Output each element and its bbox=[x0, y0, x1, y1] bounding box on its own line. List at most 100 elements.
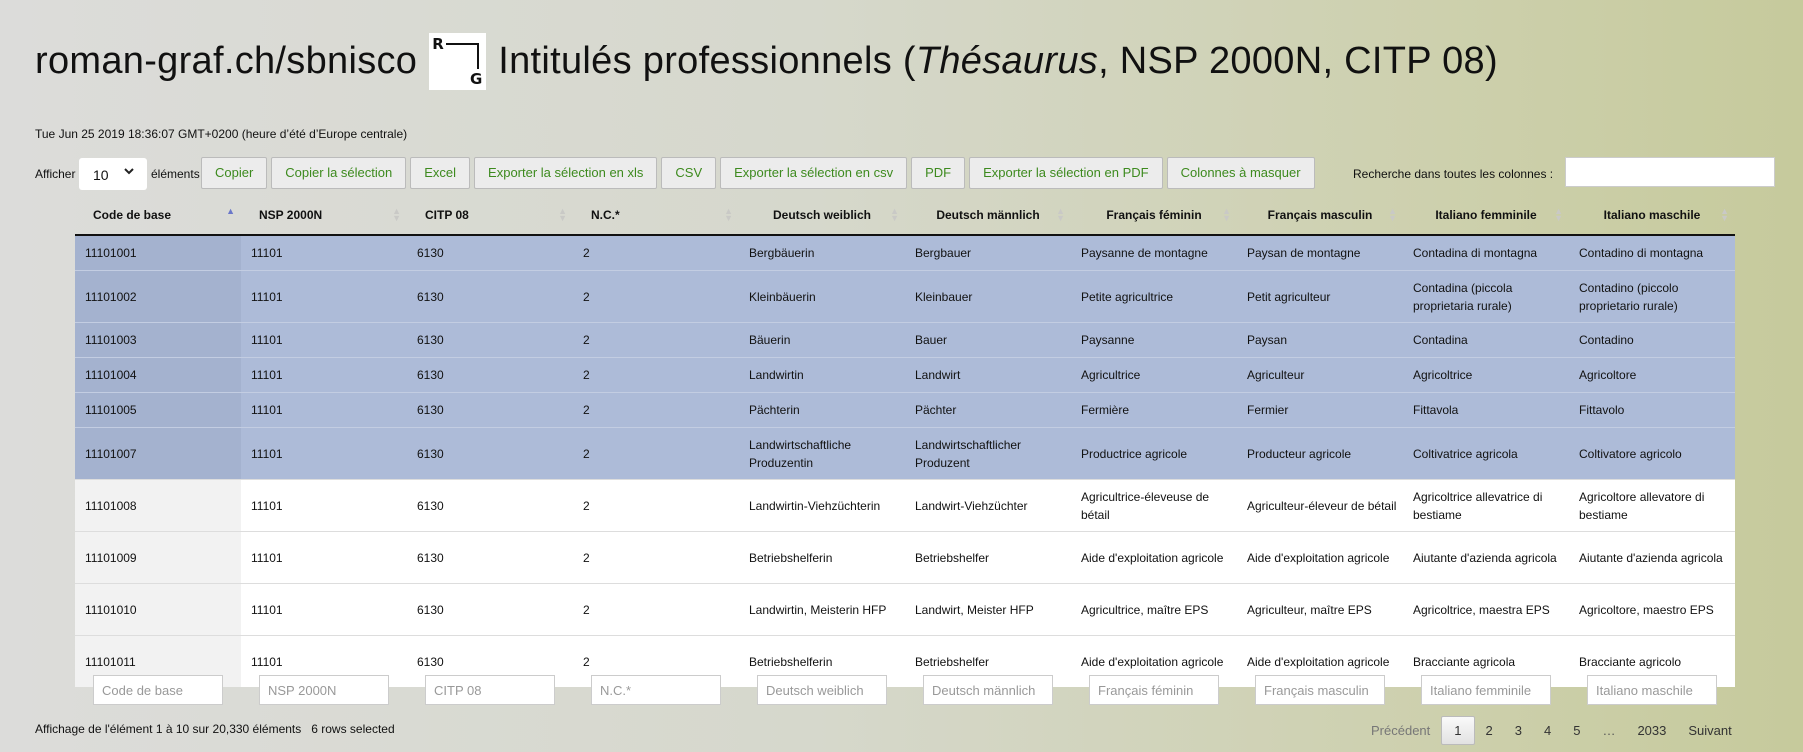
table-cell: 6130 bbox=[407, 322, 573, 358]
table-row[interactable]: 11101003 11101 6130 2 Bäuerin Bauer Paysanne Pa… bbox=[75, 322, 1735, 358]
page-length-select[interactable]: 10 bbox=[79, 158, 147, 190]
table-cell: 2 bbox=[573, 270, 739, 323]
table-cell: Kleinbauer bbox=[905, 270, 1071, 323]
pager-page-current[interactable]: 1 bbox=[1441, 716, 1475, 745]
table-cell: Agricoltore bbox=[1569, 357, 1735, 393]
table-cell: 11101003 bbox=[75, 322, 241, 358]
filter-nc[interactable]: N.C.* bbox=[591, 675, 721, 705]
table-row[interactable]: 11101008 11101 6130 2 Landwirtin-Viehzüchter… bbox=[75, 479, 1735, 532]
table-cell: 6130 bbox=[407, 427, 573, 480]
table-cell: 11101 bbox=[241, 322, 407, 358]
length-label: Afficher bbox=[35, 167, 76, 181]
table-cell: 2 bbox=[573, 322, 739, 358]
table-cell: Agricultrice-éleveuse de bétail bbox=[1071, 479, 1237, 532]
copy-selection-button[interactable]: Copier la sélection bbox=[271, 157, 407, 189]
table-cell: 11101005 bbox=[75, 392, 241, 428]
table-cell: Landwirtin-Viehzüchterin bbox=[739, 479, 905, 532]
table-row[interactable]: 11101002 11101 6130 2 Kleinbäuerin Kleinbauer… bbox=[75, 270, 1735, 323]
excel-button[interactable]: Excel bbox=[410, 157, 471, 189]
table-row[interactable]: 11101005 11101 6130 2 Pächterin Pächter Fermiè… bbox=[75, 392, 1735, 428]
table-cell: Landwirt bbox=[905, 357, 1071, 393]
table-cell: Paysan de montagne bbox=[1237, 234, 1403, 271]
column-header[interactable]: N.C.* ▲ ▼ bbox=[573, 196, 739, 236]
table-cell: 11101002 bbox=[75, 270, 241, 323]
table-cell: 6130 bbox=[407, 357, 573, 393]
pager-page-last[interactable]: 2033 bbox=[1626, 717, 1677, 744]
column-header[interactable]: CITP 08 ▲ ▼ bbox=[407, 196, 573, 236]
table-cell: Fermier bbox=[1237, 392, 1403, 428]
table-row[interactable]: 11101010 11101 6130 2 Landwirtin, Meisterin … bbox=[75, 583, 1735, 636]
filter-italiano-femminile[interactable]: Italiano femminile bbox=[1421, 675, 1551, 705]
filter-code-de-base[interactable]: Code de base bbox=[93, 675, 223, 705]
table-header-row: Code de base ▲ NSP 2000N ▲ ▼ CITP 08 ▲ ▼ N.C.… bbox=[75, 196, 1735, 236]
sort-icon: ▲ ▼ bbox=[1388, 206, 1397, 223]
pdf-button[interactable]: PDF bbox=[911, 157, 966, 189]
export-selection-pdf-button[interactable]: Exporter la sélection en PDF bbox=[969, 157, 1163, 189]
table-cell: 11101004 bbox=[75, 357, 241, 393]
pagination: Précédent 1 2 3 4 5 … 2033 Suivant bbox=[1360, 716, 1743, 745]
table-cell: 2 bbox=[573, 583, 739, 636]
table-cell: 2 bbox=[573, 357, 739, 393]
table-cell: 11101 bbox=[241, 234, 407, 271]
table-cell: Coltivatore agricolo bbox=[1569, 427, 1735, 480]
table-cell: 2 bbox=[573, 479, 739, 532]
page-header: roman-graf.ch/sbnisco R G Intitulés prof… bbox=[35, 30, 1498, 92]
copy-button[interactable]: Copier bbox=[201, 157, 268, 189]
table-cell: 11101 bbox=[241, 427, 407, 480]
table-cell: 11101 bbox=[241, 531, 407, 584]
csv-button[interactable]: CSV bbox=[661, 157, 717, 189]
table-cell: Contadino bbox=[1569, 322, 1735, 358]
table-cell: 11101010 bbox=[75, 583, 241, 636]
column-visibility-button[interactable]: Colonnes à masquer bbox=[1166, 157, 1315, 189]
column-header[interactable]: Code de base ▲ bbox=[75, 196, 241, 236]
table-cell: Landwirtschaftliche Produzentin bbox=[739, 427, 905, 480]
column-header[interactable]: Deutsch weiblich ▲ ▼ bbox=[739, 196, 905, 236]
pager-next[interactable]: Suivant bbox=[1677, 717, 1742, 744]
column-header[interactable]: Français masculin ▲ ▼ bbox=[1237, 196, 1403, 236]
table-cell: Bauer bbox=[905, 322, 1071, 358]
table-row[interactable]: 11101001 11101 6130 2 Bergbäuerin Bergbauer Pa… bbox=[75, 234, 1735, 271]
table-cell: Bergbauer bbox=[905, 234, 1071, 271]
pager-previous[interactable]: Précédent bbox=[1360, 717, 1441, 744]
filter-francais-feminin[interactable]: Français féminin bbox=[1089, 675, 1219, 705]
table-row[interactable]: 11101004 11101 6130 2 Landwirtin Landwirt Agri… bbox=[75, 357, 1735, 393]
table-cell: Agricoltrice allevatrice di bestiame bbox=[1403, 479, 1569, 532]
table-row[interactable]: 11101007 11101 6130 2 Landwirtschaftliche Pr… bbox=[75, 427, 1735, 480]
selected-count: 6 rows selected bbox=[311, 722, 395, 736]
sort-icon: ▲ ▼ bbox=[1222, 206, 1231, 223]
table-cell: Aide d'exploitation agricole bbox=[1237, 531, 1403, 584]
column-filters: Code de base NSP 2000N CITP 08 N.C.* Deu… bbox=[75, 675, 1735, 705]
column-header[interactable]: Italiano maschile ▲ ▼ bbox=[1569, 196, 1735, 236]
filter-nsp-2000n[interactable]: NSP 2000N bbox=[259, 675, 389, 705]
search-input[interactable] bbox=[1565, 157, 1775, 187]
export-selection-csv-button[interactable]: Exporter la sélection en csv bbox=[720, 157, 908, 189]
table-cell: Fittavola bbox=[1403, 392, 1569, 428]
pager-page[interactable]: 2 bbox=[1475, 717, 1504, 744]
table-cell: Agricultrice bbox=[1071, 357, 1237, 393]
rg-logo: R G bbox=[429, 32, 487, 90]
column-header[interactable]: NSP 2000N ▲ ▼ bbox=[241, 196, 407, 236]
pager-page[interactable]: 4 bbox=[1533, 717, 1562, 744]
pager-page[interactable]: 5 bbox=[1562, 717, 1591, 744]
column-header[interactable]: Français féminin ▲ ▼ bbox=[1071, 196, 1237, 236]
table-cell: 11101 bbox=[241, 270, 407, 323]
sort-icon: ▲ ▼ bbox=[1720, 206, 1729, 223]
filter-deutsch-maennlich[interactable]: Deutsch männlich bbox=[923, 675, 1053, 705]
pager-page[interactable]: 3 bbox=[1504, 717, 1533, 744]
filter-citp-08[interactable]: CITP 08 bbox=[425, 675, 555, 705]
table-cell: Fermière bbox=[1071, 392, 1237, 428]
table-cell: Agricoltrice, maestra EPS bbox=[1403, 583, 1569, 636]
filter-italiano-maschile[interactable]: Italiano maschile bbox=[1587, 675, 1717, 705]
table-cell: Agricoltrice bbox=[1403, 357, 1569, 393]
table-row[interactable]: 11101009 11101 6130 2 Betriebshelferin Betrie… bbox=[75, 531, 1735, 584]
filter-deutsch-weiblich[interactable]: Deutsch weiblich bbox=[757, 675, 887, 705]
table-cell: Landwirtin, Meisterin HFP bbox=[739, 583, 905, 636]
column-header[interactable]: Italiano femminile ▲ ▼ bbox=[1403, 196, 1569, 236]
export-selection-xls-button[interactable]: Exporter la sélection en xls bbox=[474, 157, 658, 189]
table-cell: Betriebshelferin bbox=[739, 531, 905, 584]
filter-francais-masculin[interactable]: Français masculin bbox=[1255, 675, 1385, 705]
table-cell: Contadino di montagna bbox=[1569, 234, 1735, 271]
column-header[interactable]: Deutsch männlich ▲ ▼ bbox=[905, 196, 1071, 236]
table-controls: Afficher 10 éléments Copier Copier la sé… bbox=[35, 157, 1775, 191]
data-table: Code de base ▲ NSP 2000N ▲ ▼ CITP 08 ▲ ▼ N.C.… bbox=[75, 196, 1735, 687]
